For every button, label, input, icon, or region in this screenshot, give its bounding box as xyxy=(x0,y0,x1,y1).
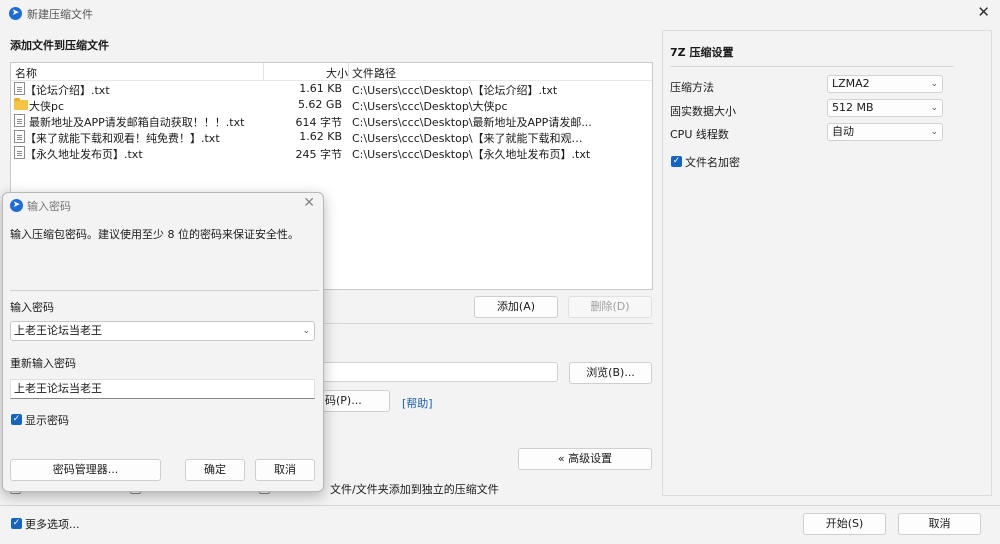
password-value: 上老王论坛当老王 xyxy=(14,324,102,337)
file-path: C:\Users\ccc\Desktop\【永久地址发布页】.txt xyxy=(352,148,591,161)
threads-select[interactable]: 自动 ⌄ xyxy=(827,123,943,141)
password-dialog: ➤ 输入密码 ✕ 输入压缩包密码。建议使用至少 8 位的密码来保证安全性。 输入… xyxy=(2,192,324,492)
close-icon[interactable]: ✕ xyxy=(303,195,315,211)
confirm-password-value: 上老王论坛当老王 xyxy=(14,382,102,395)
file-path: C:\Users\ccc\Desktop\大侠pc xyxy=(352,100,508,113)
file-icon xyxy=(14,146,25,159)
dialog-cancel-button[interactable]: 取消 xyxy=(255,459,315,481)
settings-heading: 7Z 压缩设置 xyxy=(670,46,734,59)
method-label: 压缩方法 xyxy=(670,81,714,94)
advanced-settings-button[interactable]: « 高级设置 xyxy=(518,448,652,470)
file-size: 1.61 KB xyxy=(299,82,342,95)
show-password-label: 显示密码 xyxy=(25,414,69,427)
file-size: 5.62 GB xyxy=(297,98,342,111)
cancel-button[interactable]: 取消 xyxy=(898,513,981,535)
encrypt-names-checkbox[interactable]: ✓ xyxy=(671,156,682,167)
file-row[interactable]: 大侠pc 5.62 GB C:\Users\ccc\Desktop\大侠pc xyxy=(11,97,652,113)
confirm-password-input[interactable]: 上老王论坛当老王 xyxy=(10,379,315,399)
list-header: 名称 大小 文件路径 xyxy=(11,63,652,81)
method-select[interactable]: LZMA2 ⌄ xyxy=(827,75,943,93)
add-files-heading: 添加文件到压缩文件 xyxy=(10,39,109,52)
column-header-name[interactable]: 名称 xyxy=(15,65,37,81)
file-path: C:\Users\ccc\Desktop\【来了就能下载和观看... xyxy=(352,132,592,145)
file-icon xyxy=(14,114,25,127)
file-name: 【永久地址发布页】.txt xyxy=(25,148,143,161)
window-title: 新建压缩文件 xyxy=(27,8,93,21)
file-row[interactable]: 【论坛介绍】.txt 1.61 KB C:\Users\ccc\Desktop\… xyxy=(11,81,652,97)
help-link[interactable]: [帮助] xyxy=(402,395,433,411)
chevron-down-icon: ⌄ xyxy=(930,127,938,137)
add-button[interactable]: 添加(A) xyxy=(474,296,558,318)
dict-label: 固实数据大小 xyxy=(670,105,736,118)
dialog-message: 输入压缩包密码。建议使用至少 8 位的密码来保证安全性。 xyxy=(10,228,299,241)
file-icon xyxy=(14,82,25,95)
chevron-down-icon: ⌄ xyxy=(930,79,938,89)
file-name: 大侠pc xyxy=(29,100,65,113)
dialog-divider xyxy=(10,290,319,291)
threads-value: 自动 xyxy=(832,125,854,138)
more-options-checkbox[interactable]: ✓ xyxy=(11,518,22,529)
browse-button[interactable]: 浏览(B)... xyxy=(569,362,652,384)
file-name: 【来了就能下载和观看！纯免费！】.txt xyxy=(25,132,220,145)
file-row[interactable]: 【永久地址发布页】.txt 245 字节 C:\Users\ccc\Deskto… xyxy=(11,145,652,161)
app-logo-icon: ➤ xyxy=(9,7,22,20)
dict-select[interactable]: 512 MB ⌄ xyxy=(827,99,943,117)
encrypt-names-label: 文件名加密 xyxy=(685,156,740,169)
settings-panel: 7Z 压缩设置 压缩方法 LZMA2 ⌄ 固实数据大小 512 MB ⌄ CPU… xyxy=(662,30,992,496)
column-header-size[interactable]: 大小 xyxy=(326,65,348,81)
threads-label: CPU 线程数 xyxy=(670,128,729,141)
delete-button[interactable]: 删除(D) xyxy=(568,296,652,318)
ok-button[interactable]: 确定 xyxy=(185,459,245,481)
confirm-password-label: 重新输入密码 xyxy=(10,357,76,370)
column-separator xyxy=(348,63,349,80)
column-separator xyxy=(263,63,264,80)
settings-divider xyxy=(670,66,954,67)
more-options-label: 更多选项... xyxy=(25,518,80,531)
chevron-down-icon: ⌄ xyxy=(930,103,938,113)
column-header-path[interactable]: 文件路径 xyxy=(352,65,396,81)
chevron-down-icon[interactable]: ⌄ xyxy=(302,322,310,340)
app-logo-icon: ➤ xyxy=(10,199,23,212)
title-bar: ➤ 新建压缩文件 ✕ xyxy=(0,0,1000,26)
file-row[interactable]: 最新地址及APP请发邮箱自动获取！！！.txt 614 字节 C:\Users\… xyxy=(11,113,652,129)
dict-value: 512 MB xyxy=(832,101,874,114)
file-path: C:\Users\ccc\Desktop\【论坛介绍】.txt xyxy=(352,84,558,97)
password-manager-button[interactable]: 密码管理器... xyxy=(10,459,161,481)
file-size: 245 字节 xyxy=(295,148,343,161)
file-icon xyxy=(14,130,25,143)
file-size: 1.62 KB xyxy=(299,130,342,143)
method-value: LZMA2 xyxy=(832,77,870,90)
file-path: C:\Users\ccc\Desktop\最新地址及APP请发邮... xyxy=(352,116,592,129)
file-size: 614 字节 xyxy=(295,116,343,129)
dialog-title: 输入密码 xyxy=(27,200,71,213)
file-name: 最新地址及APP请发邮箱自动获取！！！.txt xyxy=(29,116,245,129)
file-name: 【论坛介绍】.txt xyxy=(25,84,110,97)
footer-divider xyxy=(0,505,1000,506)
show-password-checkbox[interactable]: ✓ xyxy=(11,414,22,425)
separate-archive-label: 文件/文件夹添加到独立的压缩文件 xyxy=(330,483,499,496)
file-row[interactable]: 【来了就能下载和观看！纯免费！】.txt 1.62 KB C:\Users\cc… xyxy=(11,129,652,145)
folder-icon xyxy=(14,98,28,110)
close-icon[interactable]: ✕ xyxy=(977,3,990,21)
password-combo[interactable]: 上老王论坛当老王 ⌄ xyxy=(10,321,315,341)
set-password-button[interactable]: 码(P)... xyxy=(318,390,390,412)
start-button[interactable]: 开始(S) xyxy=(803,513,886,535)
password-label: 输入密码 xyxy=(10,301,54,314)
archive-path-input[interactable] xyxy=(318,362,558,382)
